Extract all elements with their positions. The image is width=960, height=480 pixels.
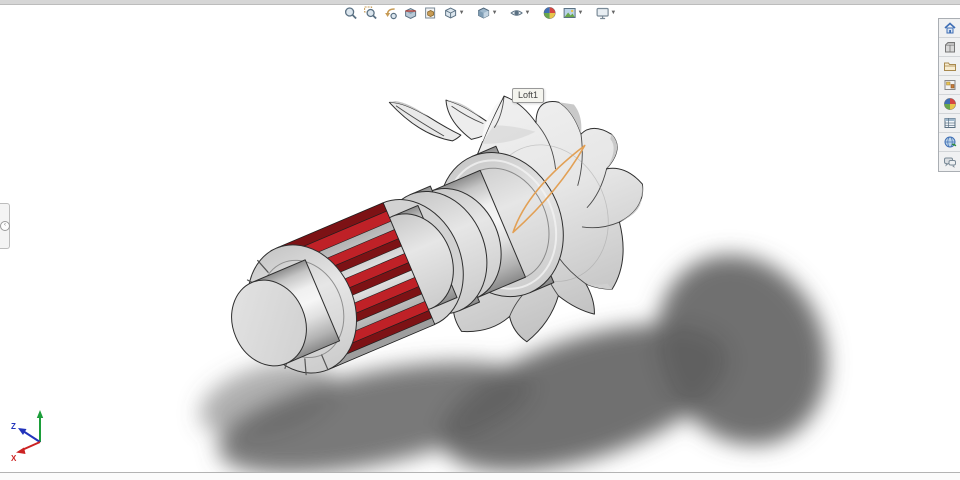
custom-properties-icon <box>944 118 955 128</box>
triad-x-axis <box>21 441 41 451</box>
home-icon <box>943 22 956 34</box>
apply-scene-button[interactable]: ▼ <box>560 3 585 23</box>
heads-up-toolbar: ▼ ▼ ▼ ▼ ▼ <box>341 3 620 23</box>
task-pane-home-button[interactable] <box>939 19 960 38</box>
display-style-button[interactable]: ▼ <box>475 3 500 23</box>
expand-panel-arrow-icon[interactable]: ‹ <box>0 221 10 231</box>
previous-view-icon <box>385 8 397 20</box>
file-explorer-icon <box>943 62 956 71</box>
viewport-3d[interactable] <box>0 0 960 479</box>
feature-tree-collapsed-tab[interactable]: ‹ <box>0 203 10 249</box>
task-pane-design-library-button[interactable] <box>939 38 960 57</box>
triad-z-axis <box>22 430 41 443</box>
view-orientation-icon <box>445 7 457 19</box>
task-pane <box>938 18 960 172</box>
comments-icon <box>943 157 956 168</box>
chevron-down-icon: ▼ <box>524 10 531 16</box>
view-orientation-button[interactable]: ▼ <box>442 3 467 23</box>
chevron-down-icon: ▼ <box>577 10 584 16</box>
zoom-to-area-icon <box>364 6 377 20</box>
chevron-down-icon: ▼ <box>491 10 498 16</box>
design-library-icon <box>944 42 955 53</box>
3d-drawing-view-button[interactable] <box>422 3 440 23</box>
task-pane-appearances-button[interactable] <box>939 95 960 114</box>
3d-drawing-view-icon <box>425 7 436 19</box>
triad-y-arrowhead <box>36 410 44 418</box>
view-settings-icon <box>596 7 609 20</box>
zoom-to-fit-button[interactable] <box>342 3 360 23</box>
chevron-down-icon: ▼ <box>610 10 617 16</box>
triad-x-label: X <box>11 454 17 463</box>
appearances-scenes-icon <box>943 98 956 110</box>
view-palette-icon <box>944 80 955 90</box>
triad-z-label: Z <box>11 422 16 431</box>
zoom-to-area-button[interactable] <box>362 3 380 23</box>
section-view-icon <box>405 7 417 20</box>
hide-show-items-icon <box>510 10 523 16</box>
task-pane-file-explorer-button[interactable] <box>939 57 960 76</box>
task-pane-view-palette-button[interactable] <box>939 76 960 95</box>
reference-triad: Z X <box>11 410 44 463</box>
apply-scene-icon <box>563 8 576 18</box>
view-settings-button[interactable]: ▼ <box>593 3 618 23</box>
zoom-to-fit-icon <box>344 7 357 20</box>
forum-icon <box>944 136 956 148</box>
triad-x-arrowhead <box>16 447 26 454</box>
task-pane-forum-button[interactable] <box>939 133 960 152</box>
previous-view-button[interactable] <box>382 3 400 23</box>
feature-tooltip: Loft1 <box>512 88 545 103</box>
edit-appearance-icon <box>543 7 556 19</box>
task-pane-custom-properties-button[interactable] <box>939 114 960 133</box>
task-pane-comments-button[interactable] <box>939 152 960 171</box>
section-view-button[interactable] <box>402 3 420 23</box>
display-style-icon <box>478 7 490 19</box>
hide-show-items-button[interactable]: ▼ <box>508 3 533 23</box>
chevron-down-icon: ▼ <box>458 10 465 16</box>
edit-appearance-button[interactable] <box>540 3 558 23</box>
